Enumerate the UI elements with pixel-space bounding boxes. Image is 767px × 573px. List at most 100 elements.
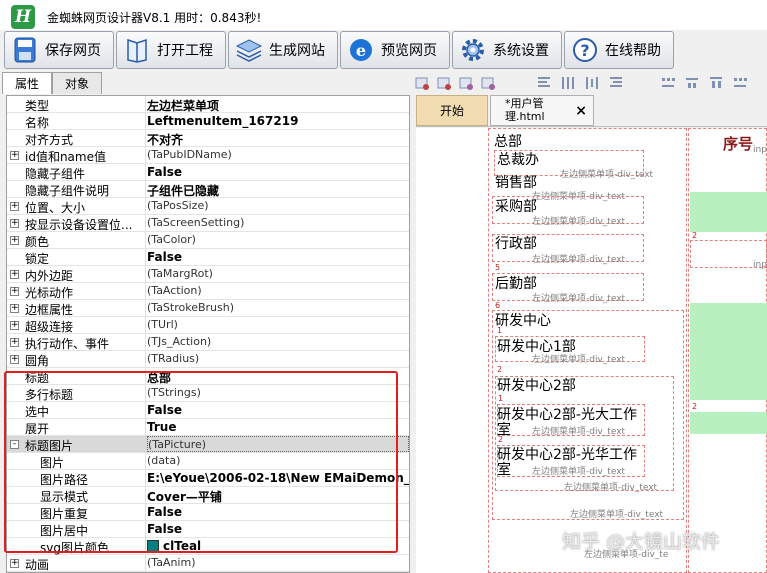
expand-icon[interactable]: + [10, 236, 19, 245]
copy-page-icon[interactable] [458, 75, 474, 91]
table-row-fill [690, 192, 767, 232]
distribute-top-icon[interactable] [660, 75, 676, 91]
open-project-button[interactable]: 打开工程 [116, 31, 226, 69]
delete-page-icon[interactable] [436, 75, 452, 91]
tab-properties[interactable]: 属性 [2, 72, 52, 94]
menu-item-sales[interactable]: 销售部 [495, 172, 537, 192]
property-value[interactable]: (TRadius) [147, 352, 409, 365]
property-value[interactable]: (TaPosSize) [147, 199, 409, 212]
add-page-icon[interactable] [414, 75, 430, 91]
align-center-icon[interactable] [560, 75, 576, 91]
property-value[interactable]: 子组件已隐藏 [147, 182, 409, 199]
property-row[interactable]: 名称 LeftmenuItem_167219 [7, 113, 409, 130]
div-text-tag: 左边侧菜单项-div_text [532, 294, 626, 304]
tab-user-management[interactable]: *用户管理.html × [490, 95, 594, 126]
distribute-bottom-icon[interactable] [708, 75, 724, 91]
align-right-icon[interactable] [584, 75, 600, 91]
property-value[interactable]: (TaScreenSetting) [147, 216, 409, 229]
property-value[interactable]: (TaAction) [147, 284, 409, 297]
close-icon[interactable]: × [575, 103, 587, 119]
distribute-middle-icon[interactable] [684, 75, 700, 91]
menu-item-logistics[interactable]: 后勤部 [495, 273, 537, 293]
property-value[interactable]: False [147, 165, 409, 179]
property-row[interactable]: + 颜色 (TaColor) [7, 232, 409, 249]
menu-item-headquarters[interactable]: 总部 [494, 131, 522, 151]
system-settings-button[interactable]: 系统设置 [452, 31, 562, 69]
expand-icon[interactable]: + [10, 355, 19, 364]
property-row[interactable]: + 光标动作 (TaAction) [7, 283, 409, 300]
expand-icon[interactable]: + [10, 151, 19, 160]
property-row[interactable]: 锁定 False [7, 249, 409, 266]
item-number: 2 [497, 365, 503, 374]
property-value[interactable]: (TaPubIDName) [147, 148, 409, 161]
property-row[interactable]: 类型 左边栏菜单项 [7, 96, 409, 114]
item-number: 1 [498, 394, 504, 403]
expand-icon[interactable]: + [10, 270, 19, 279]
menu-item-rd-2-guanghua-suffix: 室 [497, 462, 511, 478]
expand-icon[interactable]: + [10, 202, 19, 211]
menu-item-rd-2-guanghua[interactable]: 研发中心2部-光华工作 [497, 444, 637, 464]
title-bar: H 金蜘蛛网页设计器V8.1 用时：0.843秒! [0, 0, 767, 34]
menu-item-ceo-office[interactable]: 总裁办 [497, 149, 539, 169]
property-value[interactable]: False [147, 250, 409, 264]
property-row[interactable]: 隐藏子组件说明 子组件已隐藏 [7, 181, 409, 199]
property-value[interactable]: (TaStrokeBrush) [147, 301, 409, 314]
expand-icon[interactable]: + [10, 219, 19, 228]
property-row[interactable]: + 动画 (TaAnim) [7, 555, 409, 572]
property-value[interactable]: 左边栏菜单项 [147, 97, 409, 114]
property-name: 动画 [25, 558, 50, 572]
expand-icon[interactable]: + [10, 321, 19, 330]
property-name: 隐藏子组件 [25, 167, 86, 181]
expand-icon[interactable]: + [10, 559, 19, 568]
property-row[interactable]: 对齐方式 不对齐 [7, 130, 409, 148]
property-name: 光标动作 [25, 286, 74, 300]
layers-icon [235, 36, 263, 64]
property-value[interactable]: 不对齐 [147, 131, 409, 148]
property-value[interactable]: (TUrl) [147, 318, 409, 331]
menu-item-rd-center[interactable]: 研发中心 [495, 310, 551, 330]
property-value[interactable]: (TJs_Action) [147, 335, 409, 348]
tab-objects[interactable]: 对象 [52, 72, 102, 94]
property-row[interactable]: + 边框属性 (TaStrokeBrush) [7, 300, 409, 317]
property-value[interactable]: (TaMargRot) [147, 267, 409, 280]
menu-item-purchasing[interactable]: 采购部 [495, 196, 537, 216]
property-value[interactable]: (TaAnim) [147, 556, 409, 569]
menu-item-rd-2[interactable]: 研发中心2部 [497, 375, 576, 395]
property-name: 执行动作、事件 [25, 337, 110, 351]
online-help-button[interactable]: ? 在线帮助 [564, 31, 674, 69]
tab-start[interactable]: 开始 [416, 95, 488, 126]
expand-icon[interactable]: + [10, 287, 19, 296]
panel-splitter[interactable] [410, 95, 414, 573]
paste-page-icon[interactable] [480, 75, 496, 91]
property-value[interactable]: (TaColor) [147, 233, 409, 246]
item-number: 2 [498, 435, 504, 444]
align-left-icon[interactable] [536, 75, 552, 91]
distribute-even-icon[interactable] [732, 75, 748, 91]
property-row[interactable]: + id值和name值 (TaPubIDName) [7, 147, 409, 164]
property-row[interactable]: + 超级连接 (TUrl) [7, 317, 409, 334]
save-page-button[interactable]: 保存网页 [4, 31, 114, 69]
align-justify-icon[interactable] [608, 75, 624, 91]
property-row[interactable]: + 执行动作、事件 (TJs_Action) [7, 334, 409, 351]
div-text-tag: 左边侧菜单项-div_text [532, 255, 626, 265]
div-text-tag: 左边侧菜单项-div_text [532, 355, 626, 365]
main-toolbar: 保存网页 打开工程 生成网站 e 预览网页 系统设置 ? 在线帮助 [0, 30, 767, 70]
app-logo-icon: H [11, 5, 35, 29]
build-site-button[interactable]: 生成网站 [228, 31, 338, 69]
property-name: 边框属性 [25, 303, 74, 317]
property-row[interactable]: + 按显示设备设置位... (TaScreenSetting) [7, 215, 409, 232]
property-row[interactable]: + 内外边距 (TaMargRot) [7, 266, 409, 283]
property-value[interactable]: LeftmenuItem_167219 [147, 114, 409, 128]
menu-item-admin[interactable]: 行政部 [495, 233, 537, 253]
property-row[interactable]: 隐藏子组件 False [7, 164, 409, 181]
property-row[interactable]: + 位置、大小 (TaPosSize) [7, 198, 409, 215]
div-text-tag: 左边侧菜单项-div_text [570, 510, 664, 520]
preview-page-button[interactable]: e 预览网页 [340, 31, 450, 69]
menu-item-rd-2-guangda[interactable]: 研发中心2部-光大工作 [497, 404, 637, 424]
panel-tabs: 属性 对象 [0, 72, 410, 94]
design-canvas[interactable]: 序号 inp 2 inp 2 总部 总裁办 左边侧菜单项-div_text 销售… [416, 128, 767, 573]
property-row[interactable]: + 圆角 (TRadius) [7, 351, 409, 368]
div-text-tag: 左边侧菜单项-div_text [532, 467, 626, 477]
expand-icon[interactable]: + [10, 304, 19, 313]
expand-icon[interactable]: + [10, 338, 19, 347]
